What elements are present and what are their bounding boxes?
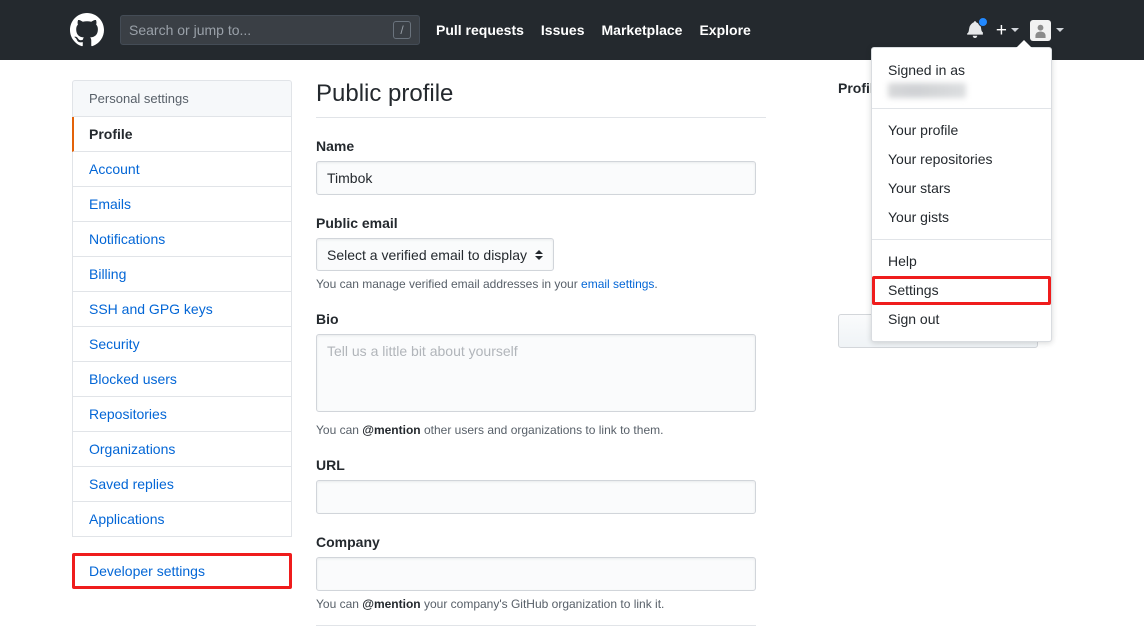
bio-label: Bio <box>316 311 339 327</box>
avatar <box>1030 19 1051 41</box>
dropdown-group-profile: Your profile Your repositories Your star… <box>872 109 1051 239</box>
sidebar-item-ssh-and-gpg-keys[interactable]: SSH and GPG keys <box>72 292 292 327</box>
settings-sidebar: Personal settings Profile Account Emails… <box>72 80 292 589</box>
public-email-label: Public email <box>316 215 398 231</box>
menu-item-your-gists[interactable]: Your gists <box>872 203 1051 232</box>
sidebar-item-repositories[interactable]: Repositories <box>72 397 292 432</box>
sidebar-item-saved-replies[interactable]: Saved replies <box>72 467 292 502</box>
field-url: URL <box>316 457 766 514</box>
account-dropdown-menu: Signed in as Your profile Your repositor… <box>871 40 1052 342</box>
signed-in-label: Signed in as <box>888 62 966 78</box>
company-help-suffix: your company's GitHub organization to li… <box>420 597 665 611</box>
public-email-help-suffix: . <box>654 277 658 291</box>
nav-explore[interactable]: Explore <box>699 22 750 38</box>
avatar-icon <box>1035 24 1046 38</box>
menu-item-sign-out[interactable]: Sign out <box>872 305 1051 334</box>
company-help: You can @mention your company's GitHub o… <box>316 597 766 611</box>
nav-pull-requests[interactable]: Pull requests <box>436 22 524 38</box>
chevron-down-icon <box>1011 28 1019 32</box>
menu-item-your-profile[interactable]: Your profile <box>872 116 1051 145</box>
url-label: URL <box>316 457 345 473</box>
form-divider <box>316 625 756 626</box>
bio-help-suffix: other users and organizations to link to… <box>420 423 664 437</box>
signed-in-username-redacted <box>888 83 966 98</box>
notification-unread-dot <box>977 17 988 27</box>
sidebar-item-profile[interactable]: Profile <box>72 117 292 152</box>
public-profile-form: Public profile Name Public email Select … <box>316 80 766 626</box>
company-help-prefix: You can <box>316 597 363 611</box>
field-name: Name <box>316 138 766 195</box>
account-menu-button[interactable] <box>1030 19 1064 41</box>
field-bio: Bio You can @mention other users and org… <box>316 311 766 437</box>
sidebar-item-emails[interactable]: Emails <box>72 187 292 222</box>
bio-help-mention: @mention <box>362 423 421 437</box>
sidebar-item-blocked-users[interactable]: Blocked users <box>72 362 292 397</box>
primary-nav: Pull requests Issues Marketplace Explore <box>436 22 751 38</box>
name-input[interactable] <box>316 161 756 195</box>
sidebar-item-account[interactable]: Account <box>72 152 292 187</box>
email-settings-link[interactable]: email settings <box>581 277 654 291</box>
nav-marketplace[interactable]: Marketplace <box>602 22 683 38</box>
dropdown-group-settings: Help Settings Sign out <box>872 240 1051 341</box>
nav-issues[interactable]: Issues <box>541 22 585 38</box>
menu-item-settings[interactable]: Settings <box>872 276 1051 305</box>
page-title: Public profile <box>316 80 766 118</box>
bio-help: You can @mention other users and organiz… <box>316 423 766 437</box>
signed-in-section: Signed in as <box>872 48 1051 108</box>
bio-textarea[interactable] <box>316 334 756 412</box>
chevron-down-icon <box>1056 28 1064 32</box>
sidebar-item-billing[interactable]: Billing <box>72 257 292 292</box>
public-email-help-prefix: You can manage verified email addresses … <box>316 277 582 291</box>
bio-help-prefix: You can <box>316 423 363 437</box>
search-shortcut-badge: / <box>393 21 411 39</box>
name-label: Name <box>316 138 355 154</box>
menu-item-your-repositories[interactable]: Your repositories <box>872 145 1051 174</box>
url-input[interactable] <box>316 480 756 514</box>
sidebar-heading: Personal settings <box>72 80 292 117</box>
search-placeholder: Search or jump to... <box>129 22 252 38</box>
field-public-email: Public email Select a verified email to … <box>316 215 766 291</box>
public-email-select[interactable]: Select a verified email to display <box>316 238 554 271</box>
menu-item-help[interactable]: Help <box>872 247 1051 276</box>
sidebar-item-security[interactable]: Security <box>72 327 292 362</box>
sidebar-item-applications[interactable]: Applications <box>72 502 292 537</box>
dropdown-caret <box>1016 40 1032 49</box>
menu-item-your-stars[interactable]: Your stars <box>872 174 1051 203</box>
sidebar-item-developer-settings[interactable]: Developer settings <box>72 553 292 589</box>
create-new-button[interactable]: + <box>996 21 1019 40</box>
github-mark-icon[interactable] <box>70 13 104 47</box>
sidebar-item-organizations[interactable]: Organizations <box>72 432 292 467</box>
notifications-button[interactable] <box>967 17 988 40</box>
public-email-selected-value: Select a verified email to display <box>327 246 527 263</box>
chevron-updown-icon <box>535 249 543 260</box>
company-input[interactable] <box>316 557 756 591</box>
company-help-mention: @mention <box>362 597 421 611</box>
sidebar-item-notifications[interactable]: Notifications <box>72 222 292 257</box>
public-email-help: You can manage verified email addresses … <box>316 277 766 291</box>
company-label: Company <box>316 534 380 550</box>
plus-icon: + <box>995 19 1007 41</box>
search-input[interactable]: Search or jump to... / <box>120 15 420 45</box>
field-company: Company You can @mention your company's … <box>316 534 766 611</box>
